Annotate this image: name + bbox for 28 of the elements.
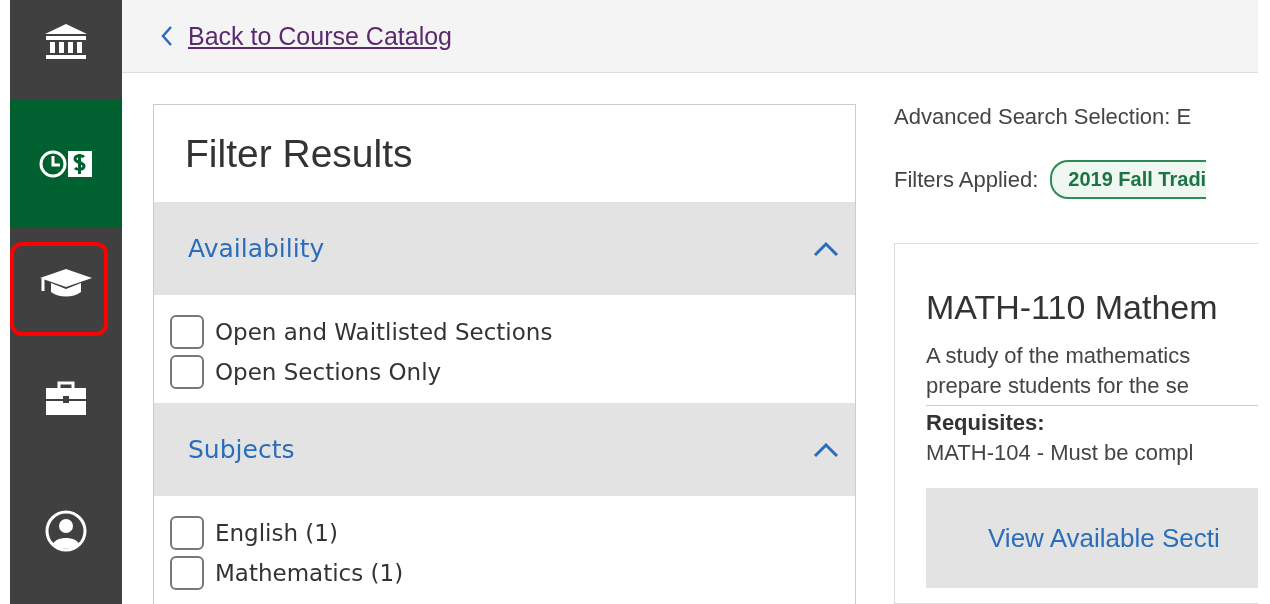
requisites-text: MATH-104 - Must be compl	[926, 440, 1195, 466]
chevron-up-icon	[813, 240, 839, 257]
bank-icon	[43, 22, 89, 62]
view-sections-button[interactable]: View Available Secti	[926, 488, 1258, 588]
back-chevron-icon	[160, 25, 174, 47]
section-header[interactable]: Subjects	[154, 403, 855, 496]
requisites-label: Requisites:	[926, 410, 1046, 436]
user-icon	[45, 510, 87, 552]
course-description: A study of the mathematics prepare students for the se	[926, 342, 1192, 400]
section-header[interactable]: Availability	[154, 202, 855, 295]
course-title: MATH-110 Mathem	[926, 288, 1219, 327]
checkbox[interactable]	[170, 516, 204, 550]
chevron-up-icon	[813, 441, 839, 458]
checkbox[interactable]	[170, 556, 204, 590]
checkbox-label: Mathematics (1)	[215, 560, 404, 586]
checkbox-label: English (1)	[215, 520, 338, 546]
graduation-cap-icon	[38, 267, 94, 299]
checkbox-label: Open Sections Only	[215, 359, 442, 385]
checkbox-label: Open and Waitlisted Sections	[215, 319, 553, 345]
toolbox-icon	[44, 380, 88, 416]
panel-title: Filter Results	[185, 131, 413, 176]
sidebar-nav-item[interactable]	[10, 100, 122, 228]
search-selection-text: Advanced Search Selection: E	[894, 104, 1193, 130]
checkbox[interactable]	[170, 355, 204, 389]
checkbox[interactable]	[170, 315, 204, 349]
back-link[interactable]: Back to Course Catalog	[188, 21, 453, 51]
filters-label: Filters Applied:	[894, 166, 1039, 193]
filter-chip[interactable]: 2019 Fall Tradi	[1050, 160, 1207, 199]
